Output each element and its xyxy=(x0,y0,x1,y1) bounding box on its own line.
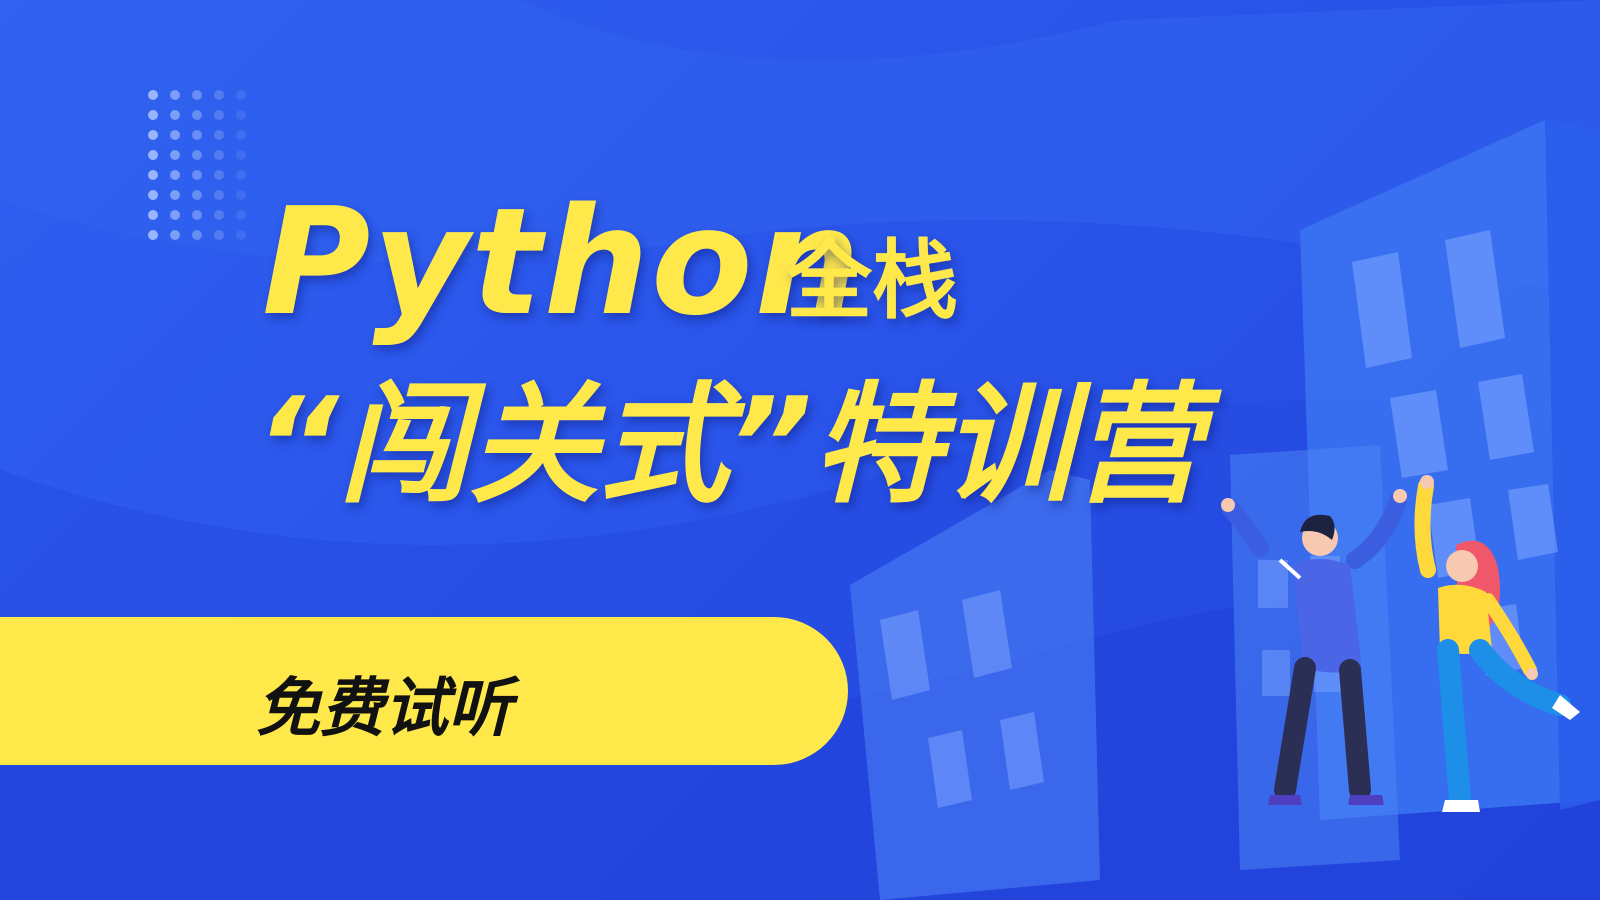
free-trial-label: 免费试听 xyxy=(256,672,512,746)
course-title-suffix: 全栈 xyxy=(786,231,958,331)
course-banner: Python 全栈 “闯关式”特训营 免费试听 xyxy=(0,0,1600,900)
free-trial-button[interactable]: 免费试听 xyxy=(0,617,848,765)
woman-reaching-illustration xyxy=(1414,475,1580,812)
man-reaching-illustration xyxy=(1221,489,1407,805)
course-title-python: Python xyxy=(262,176,863,348)
course-subtitle: “闯关式”特训营 xyxy=(255,369,1203,521)
